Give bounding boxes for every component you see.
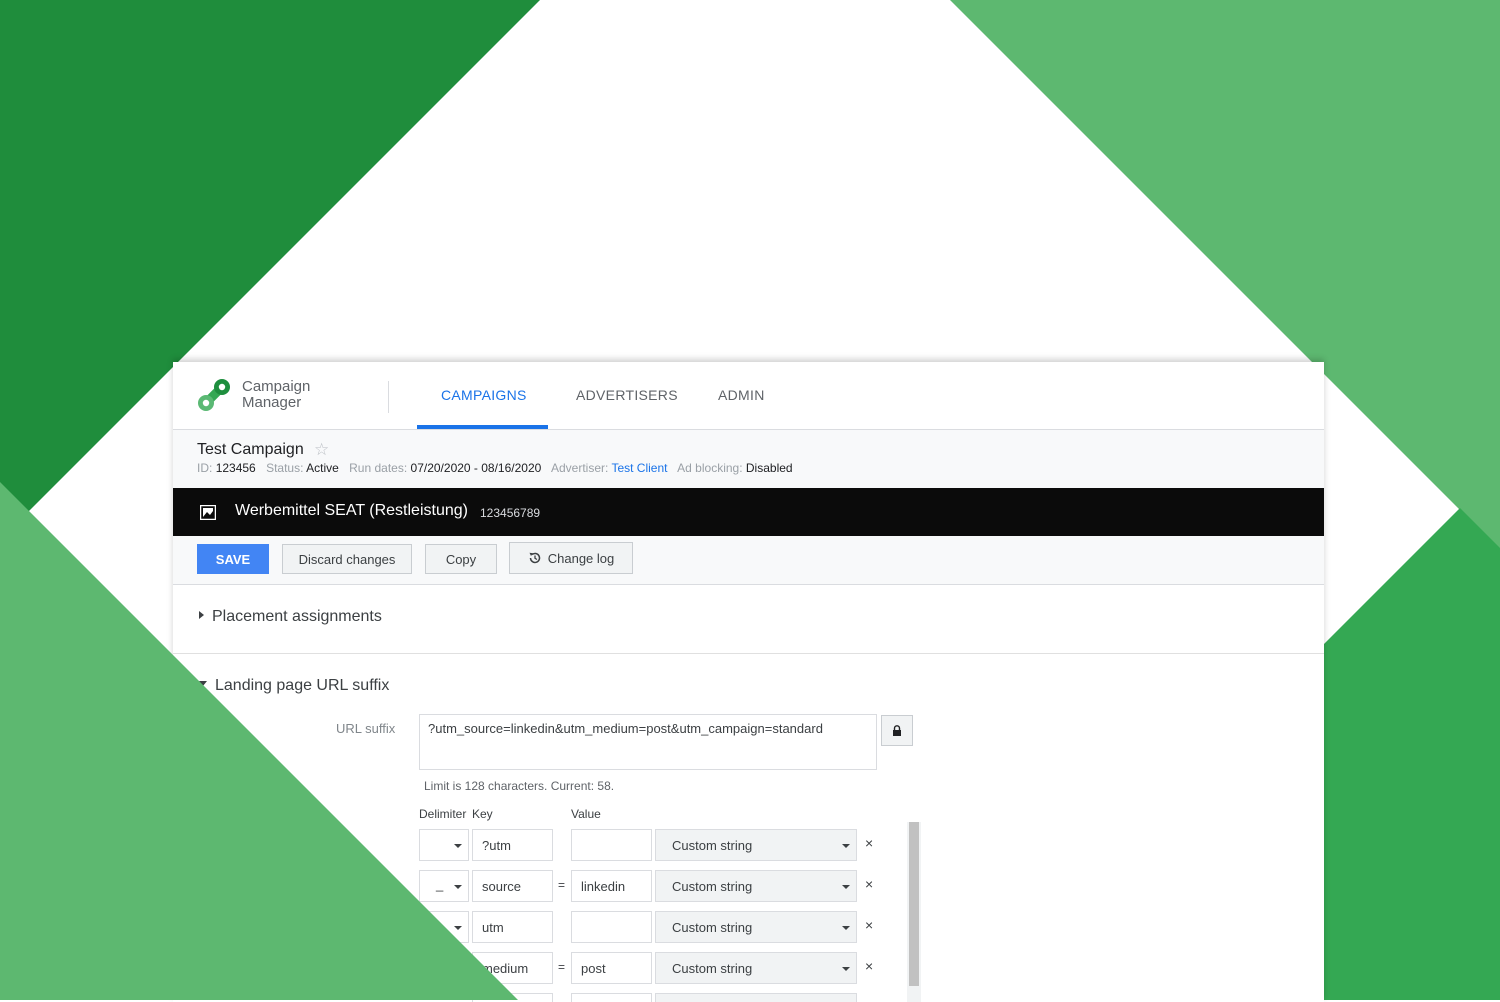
lock-icon (893, 725, 901, 736)
dropdown-caret-icon (842, 926, 850, 930)
nav-divider (388, 381, 389, 413)
value-type-select[interactable]: Custom string (655, 952, 857, 984)
landing-page-url-suffix-toggle[interactable]: Landing page URL suffix (199, 677, 389, 695)
ad-blocking-label: Ad blocking: (677, 461, 743, 475)
collapse-arrow-icon (199, 681, 207, 687)
product-name-line1: Campaign (242, 378, 311, 395)
equals-sign: = (558, 960, 566, 974)
delimiter-column-header: Delimiter (419, 807, 467, 821)
run-dates-label: Run dates: (349, 461, 408, 475)
product-name-line2: Manager (242, 394, 302, 411)
param-row: _ source = linkedin Custom string × (173, 870, 1324, 902)
character-limit-text: Limit is 128 characters. Current: 58. (424, 779, 615, 793)
value-type-select[interactable]: Custom string (655, 911, 857, 943)
remove-param-button[interactable]: × (865, 917, 873, 933)
remove-param-button[interactable]: × (865, 876, 873, 892)
delimiter-select[interactable] (419, 952, 469, 984)
lock-button[interactable] (881, 715, 913, 746)
key-input[interactable]: utm (472, 911, 553, 943)
save-button[interactable]: SAVE (197, 544, 269, 574)
key-input[interactable]: medium (472, 952, 553, 984)
tab-campaigns[interactable]: CAMPAIGNS (441, 387, 527, 403)
copy-button[interactable]: Copy (425, 544, 497, 574)
key-input[interactable]: ?utm (472, 829, 553, 861)
change-log-label: Change log (547, 550, 615, 566)
url-suffix-input[interactable]: ?utm_source=linkedin&utm_medium=post&utm… (419, 714, 877, 770)
active-tab-indicator (417, 425, 548, 429)
placement-assignments-label: Placement assignments (212, 608, 382, 625)
dropdown-caret-icon (454, 844, 462, 848)
tab-admin[interactable]: ADMIN (718, 387, 765, 403)
value-type-select[interactable] (655, 993, 857, 1002)
delimiter-select[interactable]: _ (419, 870, 469, 902)
advertiser-label: Advertiser: (550, 461, 609, 475)
creative-id: 123456789 (480, 506, 541, 520)
value-input[interactable]: linkedin (571, 870, 652, 902)
section-divider (173, 653, 1324, 654)
campaign-manager-window: Campaign Manager CAMPAIGNS ADVERTISERS A… (173, 362, 1324, 1002)
value-input[interactable] (571, 993, 652, 1002)
param-row: ?utm Custom string × (173, 829, 1324, 861)
value-type-select[interactable]: Custom string (655, 829, 857, 861)
value-input[interactable] (571, 911, 652, 943)
status-label: Status: (266, 461, 304, 475)
key-input[interactable]: source (472, 870, 553, 902)
value-input[interactable] (571, 829, 652, 861)
remove-param-button[interactable]: × (865, 958, 873, 974)
advertiser-link[interactable]: Test Client (611, 461, 667, 475)
expand-arrow-icon (199, 610, 204, 619)
param-list-scrollbar[interactable] (907, 822, 921, 1002)
value-type-label: Custom string (672, 961, 753, 976)
campaign-manager-logo-icon (198, 379, 230, 411)
action-bar: SAVE Discard changes Copy Change log (173, 536, 1324, 585)
creative-header: Werbemittel SEAT (Restleistung) 12345678… (173, 488, 1324, 536)
param-row (173, 993, 1324, 1002)
star-outline-icon[interactable]: ☆ (314, 440, 329, 460)
delimiter-select[interactable] (419, 911, 469, 943)
top-navigation-bar: Campaign Manager CAMPAIGNS ADVERTISERS A… (173, 362, 1324, 430)
ad-blocking-value: Disabled (745, 461, 793, 475)
creative-title: Werbemittel SEAT (Restleistung) (235, 502, 468, 519)
dropdown-caret-icon (842, 967, 850, 971)
dropdown-caret-icon (454, 885, 462, 889)
value-type-label: Custom string (672, 920, 753, 935)
value-column-header: Value (571, 807, 601, 821)
change-log-button[interactable]: Change log (509, 542, 633, 574)
product-name: Campaign Manager (242, 379, 310, 411)
value-type-label: Custom string (672, 879, 753, 894)
param-row: medium = post Custom string × (173, 952, 1324, 984)
dropdown-caret-icon (454, 926, 462, 930)
image-icon (200, 505, 216, 520)
dropdown-caret-icon (842, 844, 850, 848)
campaign-id: 123456 (215, 461, 256, 475)
campaign-title: Test Campaign (197, 441, 304, 458)
landing-page-url-suffix-label: Landing page URL suffix (215, 677, 390, 694)
discard-changes-button[interactable]: Discard changes (282, 544, 412, 574)
tab-advertisers[interactable]: ADVERTISERS (576, 387, 678, 403)
placement-assignments-toggle[interactable]: Placement assignments (199, 608, 382, 626)
id-label: ID: (197, 461, 213, 475)
value-input[interactable]: post (571, 952, 652, 984)
param-row: utm Custom string × (173, 911, 1324, 943)
key-input[interactable] (472, 993, 553, 1002)
campaign-run-dates: 07/20/2020 - 08/16/2020 (410, 461, 542, 475)
value-type-label: Custom string (672, 838, 753, 853)
scrollbar-thumb[interactable] (909, 822, 919, 986)
campaign-meta: ID: 123456 Status: Active Run dates: 07/… (197, 461, 800, 475)
value-type-select[interactable]: Custom string (655, 870, 857, 902)
delimiter-select[interactable] (419, 829, 469, 861)
delimiter-value: _ (436, 877, 444, 892)
url-suffix-label: URL suffix (336, 721, 396, 736)
history-icon (529, 552, 540, 564)
campaign-status: Active (306, 461, 339, 475)
dropdown-caret-icon (842, 885, 850, 889)
dropdown-caret-icon (454, 967, 462, 971)
remove-param-button[interactable]: × (865, 835, 873, 851)
key-column-header: Key (472, 807, 493, 821)
campaign-info-bar: Test Campaign ☆ ID: 123456 Status: Activ… (173, 430, 1324, 488)
equals-sign: = (558, 878, 566, 892)
